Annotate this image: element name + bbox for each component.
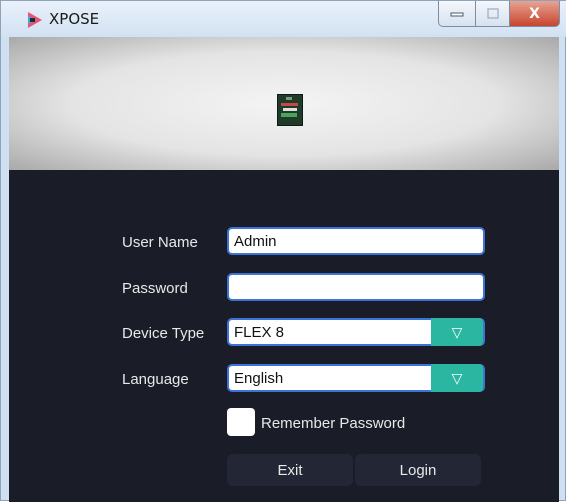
language-dropdown-button[interactable]: ▽ [431, 364, 483, 392]
app-window: XPOSE X User Name Admin Password Device … [0, 0, 566, 502]
title-bar[interactable]: XPOSE X [1, 1, 566, 37]
password-input[interactable] [227, 273, 485, 301]
window-title: XPOSE [49, 10, 100, 28]
device-type-value: FLEX 8 [234, 324, 285, 341]
banner [9, 37, 559, 170]
maximize-button[interactable] [476, 1, 510, 27]
exit-button[interactable]: Exit [227, 454, 353, 486]
minimize-button[interactable] [438, 1, 476, 27]
minimize-icon [450, 12, 464, 16]
login-button[interactable]: Login [355, 454, 481, 486]
language-select[interactable]: English ▽ [227, 364, 485, 392]
close-button[interactable]: X [510, 1, 560, 27]
username-input[interactable]: Admin [227, 227, 485, 255]
close-icon: X [529, 5, 540, 22]
chevron-down-icon: ▽ [451, 369, 463, 386]
remember-password-label[interactable]: Remember Password [261, 415, 405, 432]
language-value: English [234, 370, 284, 387]
device-type-dropdown-button[interactable]: ▽ [431, 318, 483, 346]
chevron-down-icon: ▽ [451, 323, 463, 340]
login-panel: User Name Admin Password Device Type FLE… [9, 37, 559, 502]
device-logo-icon [277, 94, 303, 126]
device-type-label: Device Type [122, 325, 205, 342]
password-label: Password [122, 280, 188, 297]
app-icon [28, 12, 42, 28]
remember-password-checkbox[interactable] [227, 408, 255, 436]
language-label: Language [122, 371, 189, 388]
maximize-icon [486, 7, 499, 19]
device-type-select[interactable]: FLEX 8 ▽ [227, 318, 485, 346]
username-label: User Name [122, 234, 198, 251]
